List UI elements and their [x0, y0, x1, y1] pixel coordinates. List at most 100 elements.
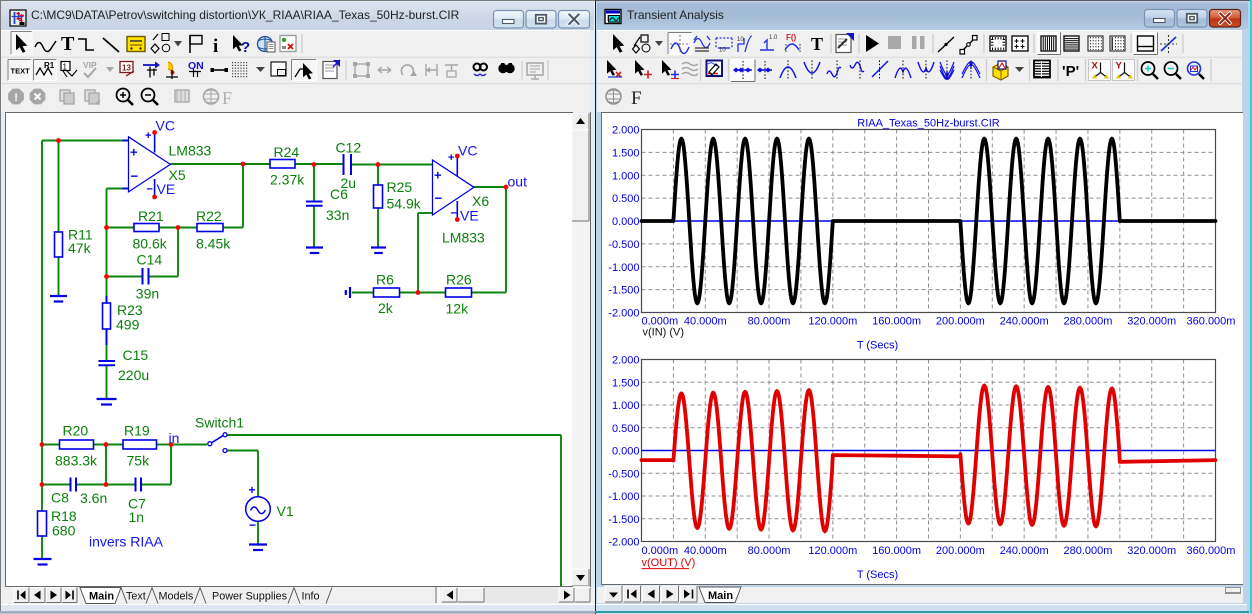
- svg-text:Switch1: Switch1: [195, 415, 244, 431]
- svg-text:−: −: [131, 169, 139, 184]
- svg-text:C8: C8: [51, 490, 69, 506]
- svg-text:80.000m: 80.000m: [748, 545, 791, 557]
- svg-text:VC: VC: [458, 143, 477, 159]
- svg-text:-1.000: -1.000: [608, 262, 639, 274]
- svg-text:−: −: [147, 184, 153, 196]
- svg-text:T (Secs): T (Secs): [857, 569, 898, 581]
- svg-text:V1: V1: [277, 503, 294, 519]
- svg-text:R24: R24: [274, 144, 300, 160]
- svg-text:R22: R22: [196, 208, 222, 224]
- svg-text:-1.000: -1.000: [608, 491, 639, 503]
- svg-text:160.000m: 160.000m: [872, 545, 921, 557]
- svg-text:12k: 12k: [446, 301, 470, 317]
- svg-text:10: 10: [737, 37, 744, 43]
- svg-text:ON: ON: [188, 60, 204, 72]
- svg-text:X: X: [1092, 61, 1099, 72]
- svg-text:C14: C14: [137, 252, 163, 268]
- svg-text:1n: 1n: [129, 509, 145, 525]
- svg-text:0.500: 0.500: [612, 193, 640, 205]
- svg-text:R6: R6: [376, 272, 394, 288]
- svg-text:2k: 2k: [378, 300, 394, 316]
- svg-text:75k: 75k: [127, 453, 151, 469]
- svg-text:Y: Y: [1116, 61, 1123, 72]
- svg-text:-2.000: -2.000: [608, 308, 639, 320]
- svg-text:R26: R26: [446, 272, 472, 288]
- svg-text:F: F: [222, 88, 232, 108]
- svg-text:120.000m: 120.000m: [808, 316, 857, 328]
- svg-text:280.000m: 280.000m: [1063, 545, 1112, 557]
- svg-text:40.000m: 40.000m: [684, 545, 727, 557]
- svg-text:v(IN) (V): v(IN) (V): [643, 327, 685, 339]
- svg-text:200.000m: 200.000m: [936, 545, 985, 557]
- svg-text:240.000m: 240.000m: [1000, 545, 1049, 557]
- svg-text:47k: 47k: [68, 240, 92, 256]
- svg-text:+: +: [145, 130, 151, 142]
- svg-text:1.500: 1.500: [612, 147, 640, 159]
- svg-text:-1.500: -1.500: [608, 514, 639, 526]
- svg-text:−: −: [249, 518, 256, 532]
- svg-text:-0.500: -0.500: [608, 468, 639, 480]
- svg-text:0.000: 0.000: [612, 216, 640, 228]
- svg-text:499: 499: [116, 317, 140, 333]
- svg-text:1.500: 1.500: [612, 377, 640, 389]
- svg-text:T: T: [811, 34, 823, 54]
- svg-text:1: 1: [63, 63, 68, 72]
- svg-text:VE: VE: [460, 208, 479, 224]
- svg-text:33n: 33n: [326, 207, 349, 223]
- svg-text:R20: R20: [63, 423, 89, 439]
- svg-text:C6: C6: [330, 186, 348, 202]
- svg-text:RIAA_Texas_50Hz-burst.CIR: RIAA_Texas_50Hz-burst.CIR: [857, 118, 999, 130]
- svg-text:+: +: [130, 145, 138, 160]
- svg-text:R25: R25: [387, 179, 413, 195]
- svg-text:F: F: [631, 88, 642, 109]
- svg-text:0.000: 0.000: [612, 446, 640, 458]
- svg-text:0.000m: 0.000m: [642, 545, 679, 557]
- svg-text:R19: R19: [124, 423, 150, 439]
- svg-text:T: T: [61, 33, 75, 55]
- svg-text:54.9k: 54.9k: [387, 196, 422, 212]
- svg-text:+: +: [249, 483, 256, 497]
- svg-text:Main: Main: [708, 590, 733, 602]
- svg-text:680: 680: [52, 523, 76, 539]
- svg-text:C15: C15: [123, 347, 149, 363]
- svg-text:240.000m: 240.000m: [1000, 316, 1049, 328]
- svg-text:R21: R21: [138, 208, 164, 224]
- svg-text:T (Secs): T (Secs): [857, 340, 898, 352]
- svg-text:40.000m: 40.000m: [684, 316, 727, 328]
- svg-text:883.3k: 883.3k: [55, 453, 98, 469]
- svg-text:280.000m: 280.000m: [1063, 316, 1112, 328]
- svg-text:10: 10: [719, 48, 726, 54]
- svg-text:−: −: [435, 191, 443, 206]
- svg-text:?: ?: [241, 39, 250, 56]
- svg-text:!: !: [14, 92, 18, 104]
- svg-text:F(): F(): [786, 33, 797, 42]
- svg-text:0.500: 0.500: [612, 423, 640, 435]
- svg-text:80.000m: 80.000m: [748, 316, 791, 328]
- svg-text:Text: Text: [126, 591, 146, 603]
- svg-text:Models: Models: [159, 591, 194, 603]
- svg-text:1.0: 1.0: [769, 35, 778, 41]
- svg-text:320.000m: 320.000m: [1127, 316, 1176, 328]
- svg-text:VC: VC: [156, 118, 175, 134]
- svg-text:+: +: [434, 168, 442, 183]
- svg-text:Power Supplies: Power Supplies: [212, 591, 288, 603]
- svg-text:C12: C12: [336, 140, 362, 156]
- svg-text:Main: Main: [89, 591, 114, 603]
- svg-text:invers RIAA: invers RIAA: [89, 534, 164, 550]
- svg-text:TEXT: TEXT: [11, 67, 31, 76]
- svg-text:320.000m: 320.000m: [1127, 545, 1176, 557]
- svg-text:v(OUT) (V): v(OUT) (V): [642, 557, 696, 569]
- svg-text:-1.500: -1.500: [608, 285, 639, 297]
- svg-text:1.000: 1.000: [612, 400, 640, 412]
- svg-text:2.000: 2.000: [612, 125, 640, 137]
- svg-text:in: in: [169, 430, 180, 446]
- svg-text:3.6n: 3.6n: [80, 490, 107, 506]
- svg-text:R1: R1: [44, 61, 55, 70]
- svg-text:+: +: [448, 152, 454, 164]
- svg-text:'P': 'P': [1062, 63, 1079, 80]
- svg-text:120.000m: 120.000m: [808, 545, 857, 557]
- svg-text:1.000: 1.000: [612, 170, 640, 182]
- svg-text:39n: 39n: [136, 286, 159, 302]
- svg-text:220u: 220u: [118, 367, 149, 383]
- svg-text:Info: Info: [302, 591, 320, 603]
